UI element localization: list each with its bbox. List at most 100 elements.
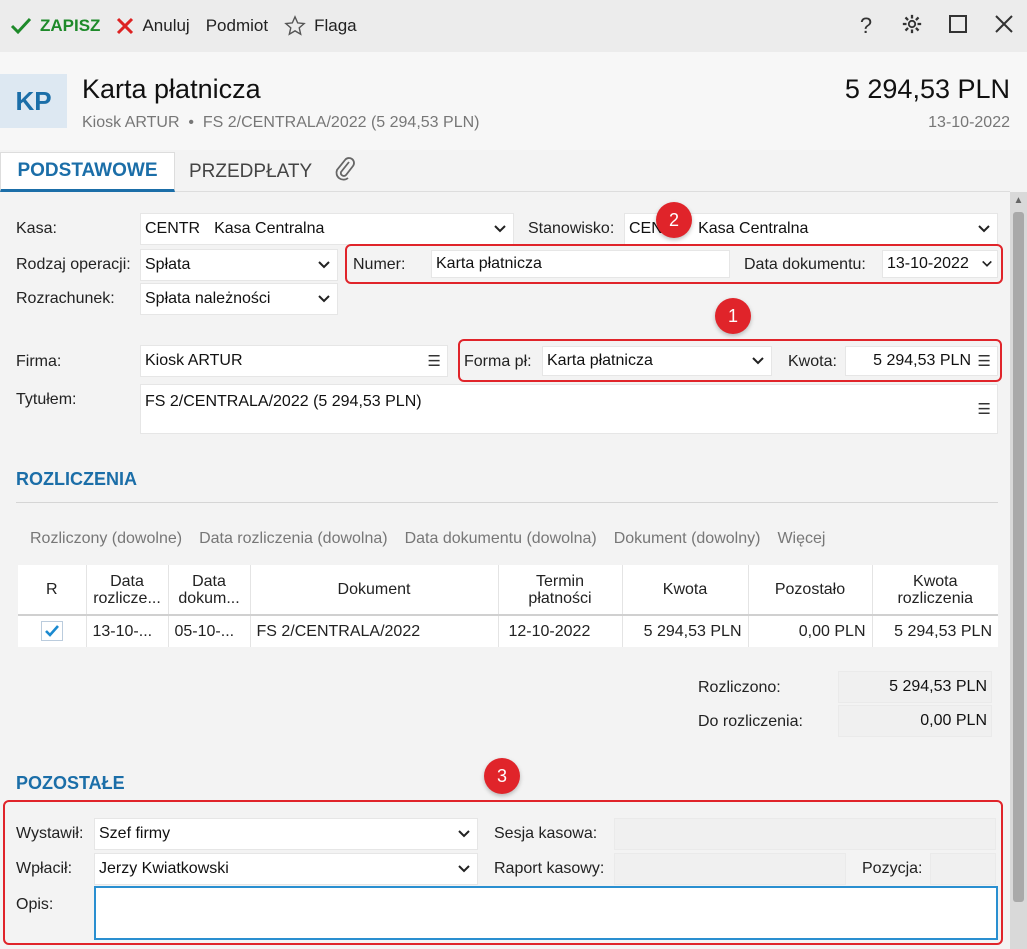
- tab-podstawowe[interactable]: PODSTAWOWE: [0, 152, 175, 192]
- cell-pozostalo: 0,00 PLN: [748, 615, 873, 647]
- subject-button[interactable]: Podmiot: [198, 0, 276, 52]
- settings-button[interactable]: [889, 0, 935, 52]
- scroll-up-icon[interactable]: ▲: [1010, 192, 1027, 210]
- cell-data-dokumentu: 05-10-...: [168, 615, 251, 647]
- cell-dokument: FS 2/CENTRALA/2022: [250, 615, 499, 647]
- cell-kwota-rozliczenia: 5 294,53 PLN: [894, 622, 992, 640]
- column-header-data-rozliczenia[interactable]: Data rozlicze...: [86, 565, 169, 616]
- column-header-kwota[interactable]: Kwota: [622, 565, 749, 616]
- flag-button[interactable]: Flaga: [276, 0, 365, 52]
- chevron-down-icon: [751, 356, 765, 366]
- settlements-table: R Data rozlicze... Data dokum... Dokumen…: [18, 565, 998, 647]
- rozrachunek-label: Rozrachunek:: [16, 290, 115, 307]
- section-divider: [16, 502, 998, 503]
- chevron-down-icon: [457, 864, 471, 874]
- wystawil-select[interactable]: Szef firmy: [94, 818, 478, 850]
- forma-platnosci-select[interactable]: Karta płatnicza: [542, 346, 772, 376]
- tab-przedplaty[interactable]: PRZEDPŁATY: [189, 152, 312, 192]
- chevron-down-icon: [977, 224, 991, 234]
- maximize-icon: [948, 14, 968, 39]
- chevron-down-icon: [317, 294, 331, 304]
- column-header-r[interactable]: R: [18, 565, 87, 616]
- pozostale-heading: POZOSTAŁE: [16, 773, 125, 793]
- header-amount: 5 294,53 PLN: [844, 74, 1010, 104]
- data-dokumentu-label: Data dokumentu:: [744, 256, 866, 273]
- page-title: Karta płatnicza: [82, 74, 261, 104]
- close-button[interactable]: [981, 0, 1027, 52]
- raport-kasowy-label: Raport kasowy:: [494, 860, 605, 877]
- checkmark-icon: [10, 17, 32, 35]
- document-header: KP Karta płatnicza Kiosk ARTUR • FS 2/CE…: [0, 52, 1027, 150]
- column-header-data-dokumentu[interactable]: Data dokum...: [168, 565, 251, 616]
- rozliczono-value: 5 294,53 PLN: [838, 671, 992, 703]
- list-menu-icon[interactable]: ☰: [428, 352, 441, 370]
- rodzaj-operacji-label: Rodzaj operacji:: [16, 256, 131, 273]
- close-icon: [994, 14, 1014, 39]
- filter-data-rozliczenia[interactable]: Data rozliczenia (dowolna): [199, 530, 388, 548]
- rozliczono-label: Rozliczono:: [698, 679, 781, 696]
- wystawil-label: Wystawił:: [16, 825, 84, 842]
- filter-rozliczony[interactable]: Rozliczony (dowolne): [30, 530, 182, 548]
- star-icon: [284, 15, 306, 37]
- kwota-input[interactable]: 5 294,53 PLN ☰: [845, 346, 998, 376]
- column-header-kwota-rozliczenia[interactable]: Kwota rozliczenia: [872, 565, 998, 616]
- annotation-badge-3: 3: [484, 758, 520, 794]
- stanowisko-value: Kasa Centralna: [698, 220, 809, 237]
- list-menu-icon[interactable]: ☰: [978, 400, 991, 418]
- rozrachunek-select[interactable]: Spłata należności: [140, 283, 338, 315]
- settled-checkbox-cell[interactable]: [18, 615, 87, 647]
- forma-platnosci-value: Karta płatnicza: [547, 352, 653, 369]
- kasa-label: Kasa:: [16, 220, 57, 237]
- data-dokumentu-value: 13-10-2022: [887, 255, 969, 272]
- checkmark-icon: [44, 624, 59, 637]
- table-row[interactable]: 13-10-... 05-10-... FS 2/CENTRALA/2022 1…: [18, 615, 998, 647]
- list-menu-icon[interactable]: ☰: [978, 352, 991, 370]
- filter-data-dokumentu[interactable]: Data dokumentu (dowolna): [405, 530, 597, 548]
- tytulem-input[interactable]: FS 2/CENTRALA/2022 (5 294,53 PLN) ☰: [140, 384, 998, 434]
- column-header-pozostalo[interactable]: Pozostało: [748, 565, 873, 616]
- help-icon: ?: [859, 13, 873, 38]
- opis-textarea[interactable]: [94, 886, 998, 940]
- cell-data-rozliczenia: 13-10-...: [86, 615, 169, 647]
- sesja-kasowa-field: [614, 818, 996, 850]
- annotation-badge-2: 2: [656, 202, 692, 238]
- filter-wiecej[interactable]: Więcej: [777, 530, 825, 548]
- chevron-down-icon: [457, 829, 471, 839]
- chevron-down-icon: [317, 260, 331, 270]
- column-header-dokument[interactable]: Dokument: [250, 565, 499, 616]
- stanowisko-label: Stanowisko:: [528, 220, 615, 237]
- maximize-button[interactable]: [935, 0, 981, 52]
- kasa-select[interactable]: CENTR Kasa Centralna: [140, 213, 514, 245]
- cancel-label: Anuluj: [142, 16, 190, 35]
- chevron-down-icon: [981, 260, 993, 269]
- wplacil-select[interactable]: Jerzy Kwiatkowski: [94, 853, 478, 885]
- rodzaj-operacji-select[interactable]: Spłata: [140, 249, 338, 281]
- column-header-termin[interactable]: Termin płatności: [498, 565, 623, 616]
- firma-input[interactable]: Kiosk ARTUR ☰: [140, 345, 448, 377]
- data-dokumentu-picker[interactable]: 13-10-2022: [882, 250, 998, 278]
- avatar: KP: [0, 74, 67, 128]
- kasa-value: Kasa Centralna: [214, 220, 325, 237]
- scrollbar[interactable]: ▲: [1010, 192, 1027, 949]
- subject-label: Podmiot: [205, 16, 269, 35]
- forma-platnosci-label: Forma pł:: [464, 353, 532, 370]
- wplacil-value: Jerzy Kwiatkowski: [99, 860, 229, 877]
- numer-label: Numer:: [353, 256, 406, 273]
- annotation-badge-1: 1: [715, 298, 751, 334]
- settled-checkbox[interactable]: [40, 620, 63, 641]
- numer-input[interactable]: Karta płatnicza: [431, 250, 730, 278]
- numer-value: Karta płatnicza: [436, 255, 542, 272]
- pozycja-field: [930, 853, 996, 885]
- help-button[interactable]: ?: [843, 0, 889, 52]
- firma-value: Kiosk ARTUR: [145, 352, 243, 369]
- toolbar: ZAPISZ Anuluj Podmiot Flaga ?: [0, 0, 1027, 52]
- save-button[interactable]: ZAPISZ: [0, 0, 108, 52]
- scroll-thumb[interactable]: [1013, 212, 1024, 902]
- cell-kwota: 5 294,53 PLN: [622, 615, 749, 647]
- filter-dokument[interactable]: Dokument (dowolny): [614, 530, 761, 548]
- page-subtitle: Kiosk ARTUR • FS 2/CENTRALA/2022 (5 294,…: [82, 114, 480, 131]
- raport-kasowy-field: [614, 853, 846, 885]
- tytulem-label: Tytułem:: [16, 391, 77, 408]
- cancel-button[interactable]: Anuluj: [108, 0, 197, 52]
- tab-attachments[interactable]: [334, 152, 356, 192]
